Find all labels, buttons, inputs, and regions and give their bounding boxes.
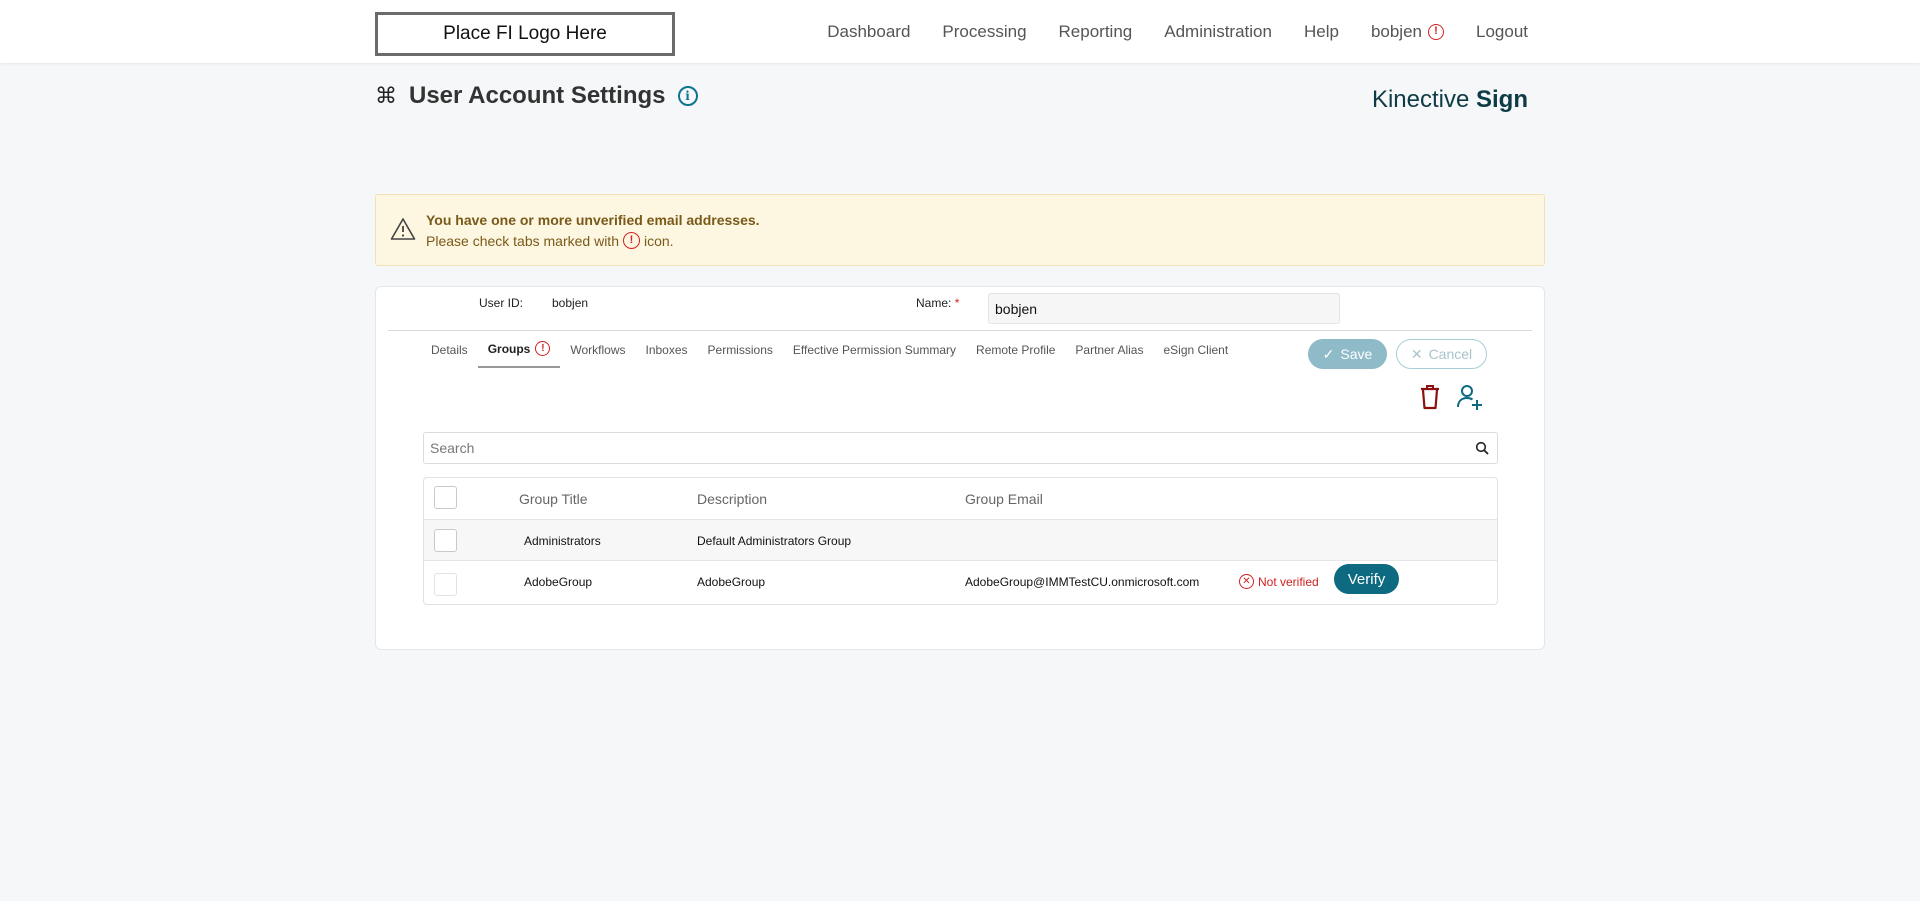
logo-placeholder[interactable]: Place FI Logo Here [375, 12, 675, 56]
user-settings-card: User ID: bobjen Name: * Details Groups! … [375, 286, 1545, 650]
nav-logout[interactable]: Logout [1476, 22, 1528, 42]
required-marker: * [954, 296, 960, 310]
tab-label: Groups [487, 341, 531, 356]
brand-logo: Kinective Sign [1372, 86, 1528, 114]
cell-group-title: AdobeGroup [524, 575, 593, 589]
tab-label: Permissions [707, 342, 773, 357]
user-id-value: bobjen [552, 296, 589, 310]
alert-title: You have one or more unverified email ad… [426, 212, 760, 228]
tab-bar: Details Groups! Workflows Inboxes Permis… [421, 341, 1238, 368]
exclamation-circle-icon: ! [622, 232, 640, 249]
brand-light: Kinective [1371, 86, 1476, 113]
row-checkbox[interactable] [434, 573, 457, 596]
nav-processing[interactable]: Processing [942, 22, 1026, 42]
select-all-checkbox[interactable] [434, 486, 457, 509]
exclamation-circle-icon: ! [535, 341, 551, 356]
warning-triangle-icon [390, 217, 416, 246]
nav-user-menu[interactable]: bobjen! [1371, 22, 1444, 42]
search-input[interactable] [424, 433, 1454, 463]
search-box [423, 432, 1498, 464]
nav-dashboard[interactable]: Dashboard [827, 22, 910, 42]
top-navbar: Place FI Logo Here Dashboard Processing … [0, 0, 1920, 63]
col-description[interactable]: Description [697, 491, 767, 507]
nav-label: Logout [1476, 21, 1528, 41]
close-icon: ✕ [1410, 345, 1423, 362]
exclamation-circle-icon: ! [1428, 23, 1444, 40]
tab-inboxes[interactable]: Inboxes [635, 341, 697, 368]
tab-label: Partner Alias [1075, 342, 1144, 357]
unverified-email-alert: You have one or more unverified email ad… [375, 194, 1545, 266]
tab-effective-permission-summary[interactable]: Effective Permission Summary [783, 341, 966, 368]
search-icon[interactable] [1475, 441, 1489, 460]
tab-workflows[interactable]: Workflows [560, 341, 635, 368]
name-label-text: Name: [916, 296, 952, 310]
tab-label: Inboxes [645, 342, 688, 357]
tab-label: Remote Profile [976, 342, 1056, 357]
x-circle-icon: ✕ [1239, 574, 1254, 589]
page-title: User Account Settings [409, 82, 666, 109]
status-badge: ✕ Not verified [1239, 574, 1319, 589]
trash-icon[interactable] [1418, 383, 1442, 416]
tab-label: Workflows [570, 342, 626, 357]
table-row: AdobeGroup AdobeGroup AdobeGroup@IMMTest… [424, 561, 1497, 602]
table-row: Administrators Default Administrators Gr… [424, 520, 1497, 561]
save-button[interactable]: ✓ Save [1308, 339, 1387, 369]
main-nav: Dashboard Processing Reporting Administr… [827, 0, 1528, 63]
tab-partner-alias[interactable]: Partner Alias [1065, 341, 1153, 368]
divider [388, 330, 1532, 331]
cancel-label: Cancel [1428, 346, 1473, 362]
command-icon: ⌘ [375, 83, 397, 108]
name-label: Name: * [916, 296, 959, 310]
page-header: ⌘ User Account Settings i [375, 82, 698, 110]
add-user-icon[interactable] [1456, 383, 1484, 416]
nav-administration[interactable]: Administration [1164, 22, 1272, 42]
tab-remote-profile[interactable]: Remote Profile [966, 341, 1065, 368]
alert-message: Please check tabs marked with ! icon. [426, 232, 674, 249]
cell-group-title: Administrators [524, 534, 601, 548]
col-group-email[interactable]: Group Email [965, 491, 1043, 507]
name-input[interactable] [988, 293, 1340, 324]
brand-bold: Sign [1476, 86, 1528, 113]
tab-esign-client[interactable]: eSign Client [1153, 341, 1238, 368]
nav-label: bobjen [1370, 21, 1422, 41]
tab-permissions[interactable]: Permissions [698, 341, 783, 368]
verify-button[interactable]: Verify [1334, 564, 1399, 594]
save-label: Save [1340, 346, 1373, 362]
tab-details[interactable]: Details [421, 341, 478, 368]
status-text: Not verified [1258, 574, 1319, 589]
cancel-button[interactable]: ✕ Cancel [1396, 339, 1487, 369]
nav-label: Dashboard [827, 21, 911, 41]
info-icon[interactable]: i [677, 86, 698, 106]
tab-label: Effective Permission Summary [792, 342, 957, 357]
tab-groups[interactable]: Groups! [477, 341, 561, 368]
tab-label: eSign Client [1163, 342, 1229, 357]
cell-description: AdobeGroup [697, 575, 766, 589]
alert-msg-after: icon. [643, 232, 674, 249]
nav-label: Administration [1164, 21, 1272, 41]
user-id-label: User ID: [479, 296, 524, 310]
alert-msg-before: Please check tabs marked with [426, 232, 619, 249]
nav-help[interactable]: Help [1304, 22, 1339, 42]
groups-table: Group Title Description Group Email Admi… [423, 477, 1498, 605]
nav-reporting[interactable]: Reporting [1059, 22, 1133, 42]
cell-group-email: AdobeGroup@IMMTestCU.onmicrosoft.com [965, 575, 1200, 589]
nav-label: Reporting [1058, 21, 1133, 41]
nav-label: Processing [942, 21, 1027, 41]
nav-label: Help [1303, 21, 1339, 41]
col-group-title[interactable]: Group Title [519, 491, 587, 507]
tab-label: Details [431, 342, 468, 357]
row-checkbox[interactable] [434, 529, 457, 552]
check-icon: ✓ [1322, 345, 1335, 362]
cell-description: Default Administrators Group [697, 534, 852, 548]
table-header: Group Title Description Group Email [424, 478, 1497, 520]
